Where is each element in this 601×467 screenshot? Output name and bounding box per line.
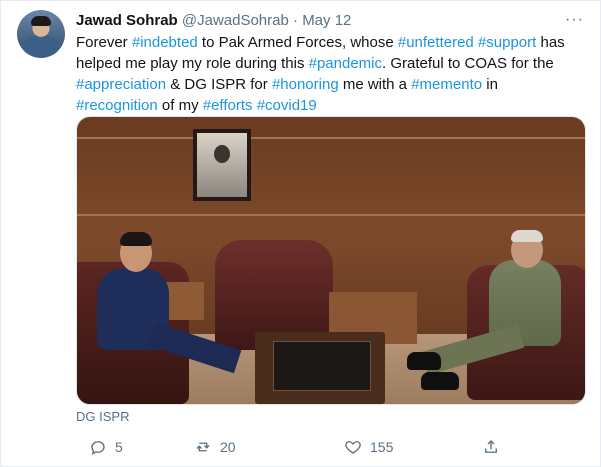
like-count: 155 <box>370 439 394 455</box>
tweet-text-segment: of my <box>157 97 203 114</box>
portrait-image <box>197 133 247 197</box>
author-name[interactable]: Jawad Sohrab <box>76 12 178 29</box>
tweet-date[interactable]: May 12 <box>302 12 351 29</box>
wall-panel-line-top <box>77 137 585 139</box>
heart-icon <box>345 441 361 454</box>
reply-icon <box>91 441 105 456</box>
hashtag-link[interactable]: #indebted <box>132 34 198 51</box>
hashtag-link[interactable]: #appreciation <box>76 76 166 93</box>
person-left <box>97 232 242 404</box>
tweet-text-segment: in <box>482 76 498 93</box>
person-left-hair <box>120 232 152 246</box>
reply-button[interactable]: 5 <box>89 433 123 461</box>
tweet-actions: 5 20 155 <box>89 433 509 461</box>
hashtag-link[interactable]: #honoring <box>272 76 339 93</box>
tweet-header: Jawad Sohrab @JawadSohrab · May 12 <box>76 11 351 31</box>
retweet-button[interactable]: 20 <box>194 433 236 461</box>
hashtag-link[interactable]: #memento <box>411 76 482 93</box>
hashtag-link[interactable]: #pandemic <box>309 55 382 72</box>
tweet-text: Forever #indebted to Pak Armed Forces, w… <box>76 32 581 116</box>
tweet-card[interactable]: Jawad Sohrab @JawadSohrab · May 12 ··· F… <box>0 0 601 467</box>
header-separator: · <box>293 12 299 29</box>
share-button[interactable] <box>482 433 500 461</box>
tweet-text-segment: to Pak Armed Forces, whose <box>197 34 398 51</box>
person-right-hair <box>511 230 543 242</box>
wall-panel-line-middle <box>77 214 585 216</box>
tweet-text-segment: Forever <box>76 34 132 51</box>
hashtag-link[interactable]: #recognition <box>76 97 158 114</box>
person-right <box>407 230 567 402</box>
hashtag-link[interactable]: #support <box>478 34 536 51</box>
tweet-text-segment: . Grateful to COAS for the <box>382 55 554 72</box>
author-handle[interactable]: @JawadSohrab <box>182 12 289 29</box>
person-right-boot <box>407 352 441 370</box>
framed-portrait <box>193 129 251 201</box>
tweet-text-segment: & DG ISPR for <box>166 76 272 93</box>
person-right-boot <box>421 372 459 390</box>
retweet-count: 20 <box>220 439 236 455</box>
share-icon <box>485 440 497 453</box>
avatar-hair <box>31 16 51 26</box>
retweet-icon <box>196 442 210 452</box>
tweet-text-segment: me with a <box>338 76 412 93</box>
reply-count: 5 <box>115 439 123 455</box>
hashtag-link[interactable]: #efforts <box>203 97 253 114</box>
hashtag-link[interactable]: #covid19 <box>257 97 317 114</box>
tweet-image[interactable] <box>76 116 586 405</box>
more-options-icon[interactable]: ··· <box>565 11 584 29</box>
hashtag-link[interactable]: #unfettered <box>398 34 474 51</box>
media-caption[interactable]: DG ISPR <box>76 409 129 425</box>
like-button[interactable]: 155 <box>344 433 393 461</box>
avatar[interactable] <box>17 10 65 58</box>
coffee-table-glass <box>273 341 371 391</box>
